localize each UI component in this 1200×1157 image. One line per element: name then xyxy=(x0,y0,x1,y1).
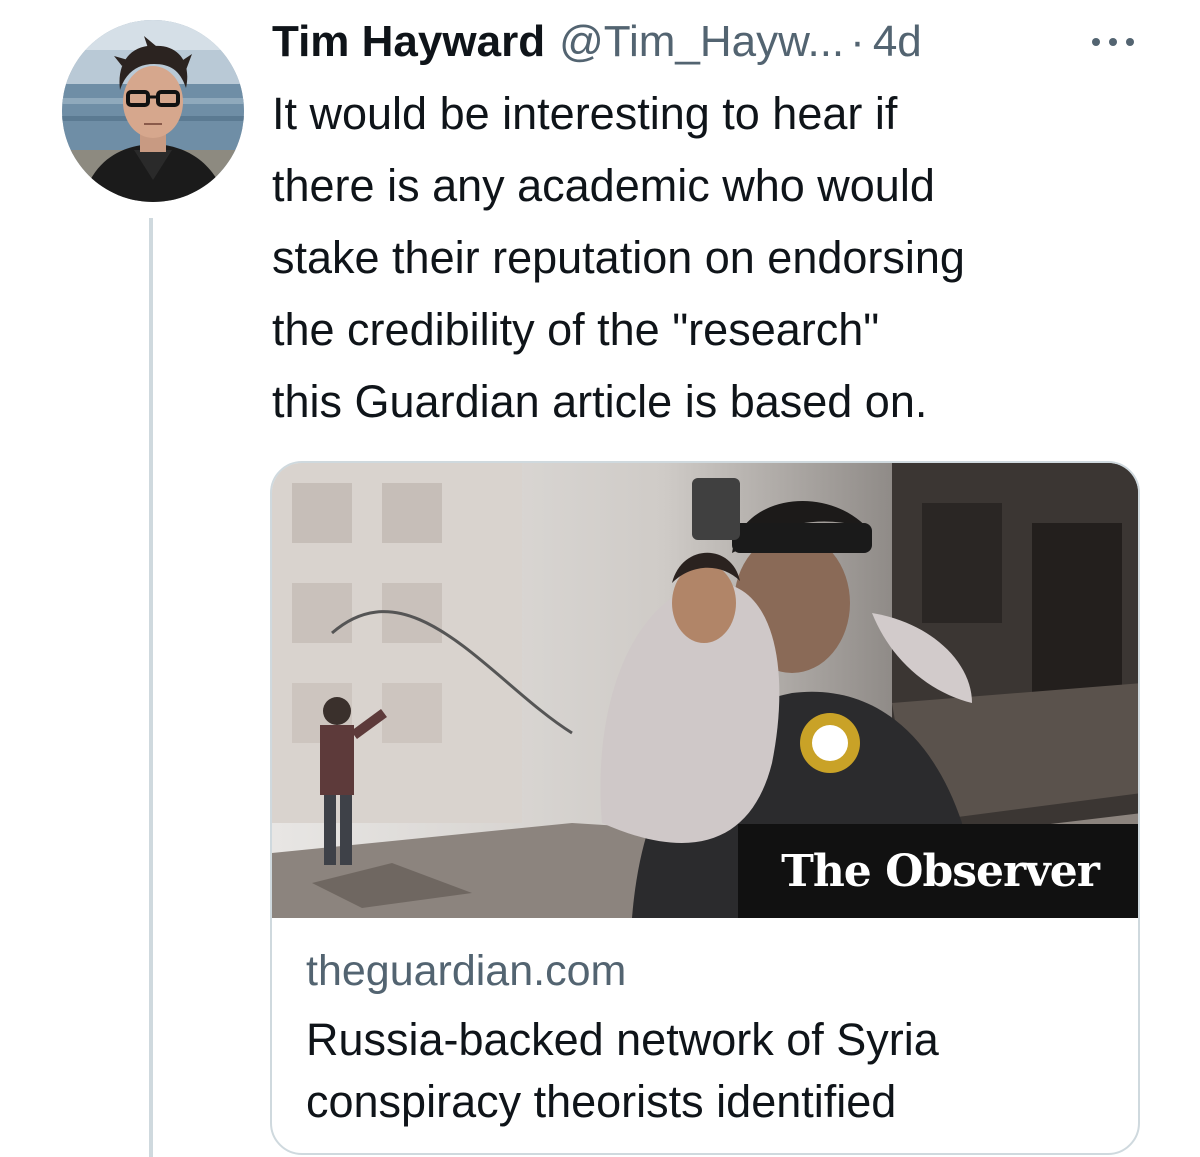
profile-photo-icon xyxy=(62,20,244,202)
link-card-title: Russia-backed network of Syria conspirac… xyxy=(306,1014,939,1127)
separator-dot: · xyxy=(850,17,865,66)
ellipsis-icon xyxy=(1092,38,1134,46)
thread-line xyxy=(149,218,153,1157)
author-display-name[interactable]: Tim Hayward xyxy=(272,14,545,70)
link-card-domain: theguardian.com xyxy=(306,947,627,995)
author-handle[interactable]: @Tim_Hayw... xyxy=(559,14,844,70)
tweet[interactable]: Tim Hayward @Tim_Hayw... · 4d It would b… xyxy=(0,0,1200,1157)
author-avatar[interactable] xyxy=(62,20,244,202)
tweet-timestamp[interactable]: 4d xyxy=(873,14,922,70)
tweet-header: Tim Hayward @Tim_Hayw... · 4d xyxy=(272,14,922,70)
tweet-text: It would be interesting to hear if there… xyxy=(272,88,965,427)
link-card-image[interactable]: The Observer xyxy=(272,463,1138,918)
link-card[interactable]: The Observer theguardian.com Russia-back… xyxy=(270,461,1140,1155)
more-options-button[interactable] xyxy=(1090,34,1136,50)
observer-logo: The Observer xyxy=(738,824,1138,918)
